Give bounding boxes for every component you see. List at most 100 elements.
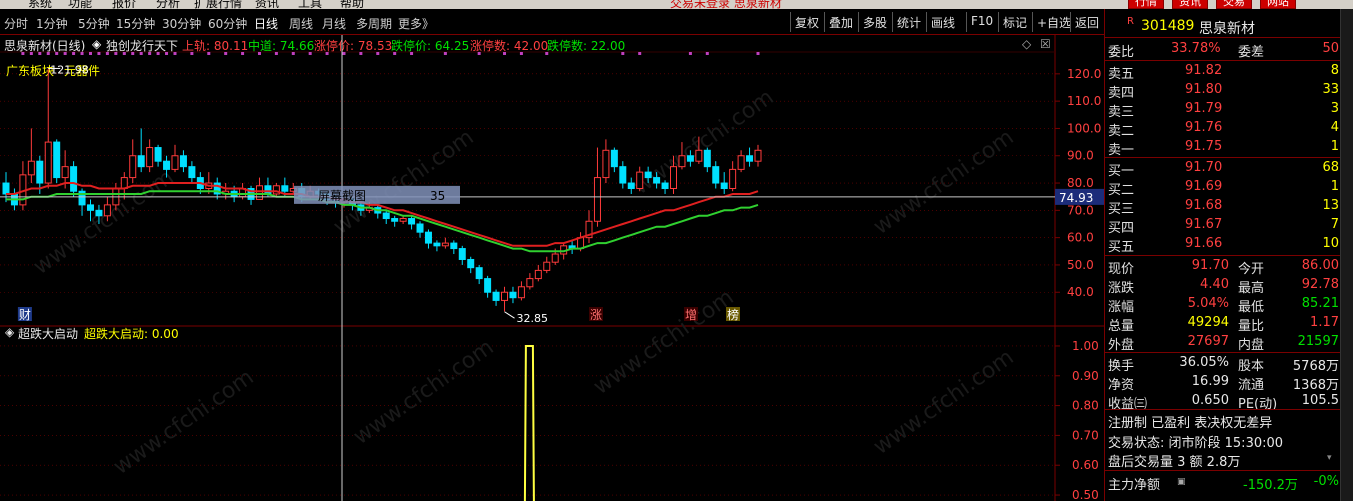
candle-body <box>129 155 137 179</box>
period-monthly[interactable]: 月线 <box>322 15 346 32</box>
signal-dot <box>359 52 363 55</box>
buy-level-volume: 10 <box>1322 236 1339 251</box>
signal-dot <box>519 52 523 55</box>
stat-value: 85.21 <box>1301 296 1339 311</box>
period-more[interactable]: 更多》 <box>398 15 434 32</box>
signal-dot <box>122 52 126 55</box>
period-1min[interactable]: 1分钟 <box>36 15 68 32</box>
menu-item-help[interactable]: 帮助 <box>340 0 364 9</box>
sell-level-price: 91.76 <box>1185 120 1223 135</box>
menu-item-quote[interactable]: 报价 <box>112 0 136 9</box>
sell-level-price: 91.79 <box>1185 101 1223 116</box>
signal-dot <box>756 52 760 55</box>
signal-dot <box>621 52 625 55</box>
signal-dot <box>410 52 414 55</box>
chart-area[interactable]: 思泉新材(日线) ◈ 独创龙行天下 上轨: 80.11 中道: 74.66 涨停… <box>0 35 1104 501</box>
period-15min[interactable]: 15分钟 <box>116 15 155 32</box>
y-tick-label: 40.0 <box>1067 285 1094 299</box>
menu-item-ext-quote[interactable]: 扩展行情 <box>194 0 242 9</box>
signal-dot <box>72 52 76 55</box>
menu-item-system[interactable]: 系统 <box>28 0 52 9</box>
sell-level-volume: 4 <box>1330 120 1339 135</box>
stat-value: 27697 <box>1187 334 1229 349</box>
fund-label: 股本 <box>1238 359 1265 374</box>
signal-dot <box>29 52 33 55</box>
signal-dot <box>342 52 346 55</box>
expand-icon[interactable]: ▾ <box>1327 453 1332 463</box>
candle-body <box>2 182 10 195</box>
candle-body <box>53 141 61 179</box>
buy-level-label: 买三 <box>1108 202 1135 217</box>
candle-body <box>467 258 475 269</box>
signal-dot <box>165 52 169 55</box>
menu-item-news[interactable]: 资讯 <box>255 0 279 9</box>
period-60min[interactable]: 60分钟 <box>208 15 247 32</box>
candle-body <box>737 155 745 170</box>
signal-dot <box>393 52 397 55</box>
period-multi[interactable]: 多周期 <box>356 15 392 32</box>
y-tick-label: 60.0 <box>1067 231 1094 245</box>
period-weekly[interactable]: 周线 <box>289 15 313 32</box>
signal-dot <box>503 52 507 55</box>
r-marker: R <box>1127 16 1134 27</box>
y-tick-label: 110.0 <box>1067 94 1101 108</box>
panel-scrollbar[interactable] <box>1340 9 1353 501</box>
sell-level-label: 卖四 <box>1108 86 1135 101</box>
menu-bar: 系统 功能 报价 分析 扩展行情 资讯 工具 帮助 交易未登录 思泉新材 行情 … <box>0 0 1353 9</box>
restore-rights-button[interactable]: 复权 <box>790 12 823 32</box>
y-tick-label: 80.0 <box>1067 176 1094 190</box>
fund-value: 5768万 <box>1292 359 1339 374</box>
buy-level-label: 买一 <box>1108 164 1135 179</box>
candle-body <box>534 269 542 280</box>
candle-body <box>619 166 627 184</box>
f10-button[interactable]: F10 <box>966 12 997 32</box>
fund-label: 流通 <box>1238 378 1265 393</box>
candle-body <box>729 168 737 189</box>
sell-level-label: 卖三 <box>1108 105 1135 120</box>
menu-item-tools[interactable]: 工具 <box>298 0 322 9</box>
sub-y-tick-label: 0.60 <box>1072 458 1099 472</box>
period-30min[interactable]: 30分钟 <box>162 15 201 32</box>
candle-body <box>670 166 678 190</box>
menu-item-analysis[interactable]: 分析 <box>156 0 180 9</box>
signal-dot <box>46 52 50 55</box>
candlestick-chart[interactable]: 120.0 110.0 100.0 90.0 80.0 70.0 60.0 50.0 40.0 1… <box>0 35 1104 501</box>
info-icon[interactable]: ▣ <box>1177 477 1186 487</box>
top-tab-trade[interactable]: 交易 <box>1216 0 1252 9</box>
candle-body <box>44 141 52 184</box>
candle-body <box>382 212 390 220</box>
back-button[interactable]: 返回 <box>1070 12 1103 32</box>
fund-label: 净资 <box>1108 378 1135 393</box>
stat-label: 总量 <box>1108 319 1135 334</box>
top-tab-quote[interactable]: 行情 <box>1128 0 1164 9</box>
sell-level-label: 卖五 <box>1108 67 1135 82</box>
after-hours-volume: 盘后交易量 3 额 2.8万 <box>1108 455 1241 470</box>
period-daily[interactable]: 日线 <box>254 15 278 32</box>
sell-level-volume: 8 <box>1330 63 1339 78</box>
sub-y-tick-label: 1.00 <box>1072 339 1099 353</box>
overlay-button[interactable]: 叠加 <box>824 12 857 32</box>
top-tab-news[interactable]: 资讯 <box>1172 0 1208 9</box>
candle-body <box>458 248 466 260</box>
signal-dot <box>545 52 549 55</box>
quote-stat-row: 涨跌 4.40 最高 92.78 <box>1105 276 1341 296</box>
statistics-button[interactable]: 统计 <box>892 12 925 32</box>
stat-value: 5.04% <box>1187 296 1229 311</box>
sell-level-row: 卖三 91.79 3 <box>1105 100 1341 120</box>
candle-body <box>695 149 703 162</box>
signal-dot <box>148 52 152 55</box>
buy-level-row: 买五 91.66 10 <box>1105 235 1341 255</box>
mark-button[interactable]: 标记 <box>998 12 1031 32</box>
add-watchlist-button[interactable]: +自选 <box>1032 12 1075 32</box>
buy-level-row: 买四 91.67 7 <box>1105 216 1341 236</box>
menu-item-function[interactable]: 功能 <box>68 0 92 9</box>
signal-dot <box>139 52 143 55</box>
period-5min[interactable]: 5分钟 <box>78 15 110 32</box>
screenshot-tooltip-label: 屏幕截图 <box>318 189 366 203</box>
watermark-text: www.cfchi.com <box>109 365 258 480</box>
multi-stock-button[interactable]: 多股 <box>858 12 891 32</box>
top-tab-website[interactable]: 网站 <box>1260 0 1296 9</box>
fundamental-row: 换手 36.05% 股本 5768万 <box>1105 354 1341 374</box>
period-timeshare[interactable]: 分时 <box>4 15 28 32</box>
draw-line-button[interactable]: 画线 <box>926 12 959 32</box>
